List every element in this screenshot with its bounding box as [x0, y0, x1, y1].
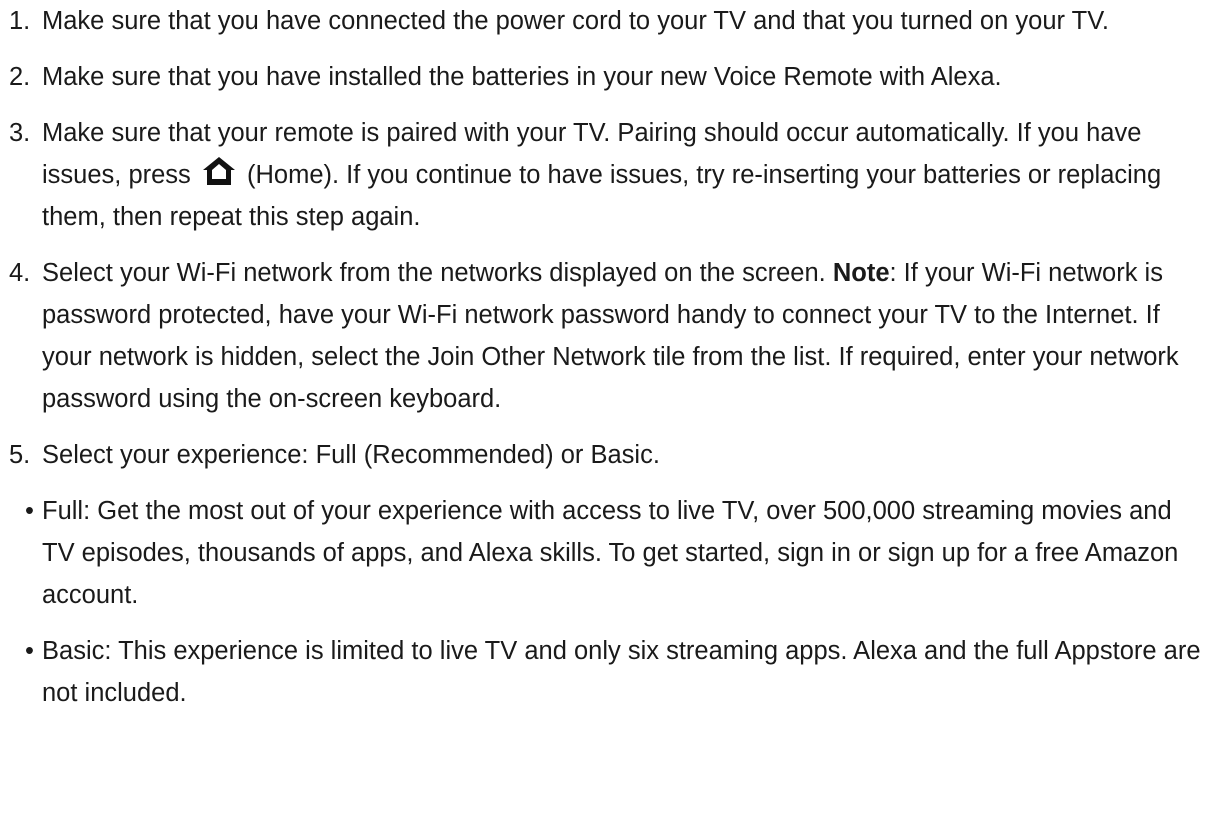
bullet-text: Full: Get the most out of your experienc…: [42, 497, 1179, 609]
step-3: 3. Make sure that your remote is paired …: [9, 112, 1205, 238]
step-number: 4.: [9, 259, 31, 287]
step-number: 5.: [9, 441, 31, 469]
step-number: 1.: [9, 7, 31, 35]
home-icon: [202, 157, 235, 185]
step-text: Make sure that you have installed the ba…: [42, 63, 1002, 91]
bullet-basic: • Basic: This experience is limited to l…: [9, 630, 1205, 714]
experience-options: • Full: Get the most out of your experie…: [9, 490, 1205, 714]
step-text: Make sure that you have connected the po…: [42, 7, 1109, 35]
steps-list: 1. Make sure that you have connected the…: [9, 0, 1205, 476]
step-number: 2.: [9, 63, 31, 91]
bullet-full: • Full: Get the most out of your experie…: [9, 490, 1205, 616]
setup-instructions: 1. Make sure that you have connected the…: [0, 0, 1205, 714]
step-5: 5. Select your experience: Full (Recomme…: [9, 434, 1205, 476]
step-text: Select your experience: Full (Recommende…: [42, 441, 660, 469]
bullet-dot: •: [25, 497, 34, 525]
bullet-dot: •: [25, 637, 34, 665]
step-4: 4. Select your Wi-Fi network from the ne…: [9, 252, 1205, 420]
step-number: 3.: [9, 119, 31, 147]
step-2: 2. Make sure that you have installed the…: [9, 56, 1205, 98]
step-text-before: Select your Wi-Fi network from the netwo…: [42, 259, 826, 287]
step-1: 1. Make sure that you have connected the…: [9, 0, 1205, 42]
bullet-text: Basic: This experience is limited to liv…: [42, 637, 1201, 707]
note-label: Note: [832, 259, 890, 287]
